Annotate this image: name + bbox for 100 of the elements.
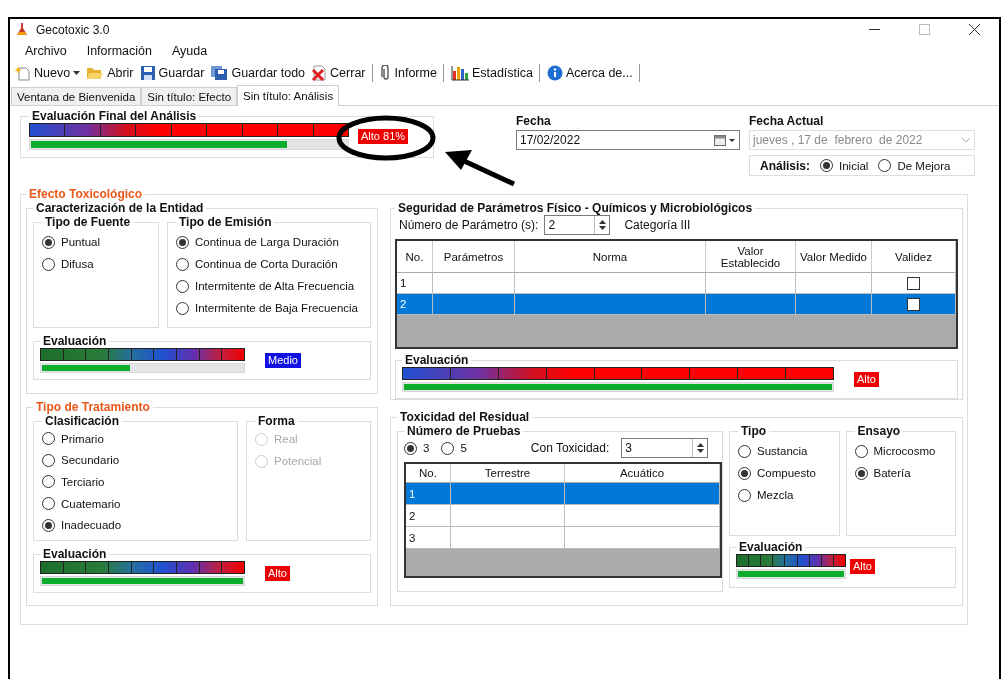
rating-badge: Alto	[854, 372, 879, 387]
table-cell[interactable]: 2	[406, 505, 451, 527]
table-cell[interactable]: 1	[406, 483, 451, 505]
column-header: Parámetros	[433, 241, 515, 273]
radio-label: Terciario	[61, 476, 105, 488]
column-header: Norma	[515, 241, 706, 273]
new-document-icon	[15, 65, 31, 81]
table-cell[interactable]	[796, 273, 872, 294]
table-cell[interactable]	[433, 294, 515, 315]
radio-icon[interactable]	[42, 257, 55, 271]
app-logo-icon	[16, 22, 28, 37]
radio-selected-icon[interactable]	[738, 466, 751, 480]
group-title: Clasificación	[44, 414, 121, 428]
radio-icon[interactable]	[42, 432, 55, 446]
radio-icon[interactable]	[42, 475, 55, 489]
radio-selected-icon[interactable]	[854, 466, 868, 480]
radio-icon[interactable]	[176, 279, 189, 293]
field-label: Fecha Actual	[749, 114, 825, 128]
radio-label: Continua de Larga Duración	[195, 236, 339, 248]
table-cell[interactable]: 1	[397, 273, 433, 294]
radio-label: Real	[274, 433, 298, 445]
toolbar-button[interactable]: Cerrar	[308, 64, 373, 82]
table-cell[interactable]	[706, 273, 796, 294]
chevron-down-icon	[961, 137, 971, 143]
table-cell[interactable]	[796, 294, 872, 315]
radio-icon[interactable]	[854, 444, 868, 458]
table-cell[interactable]	[565, 483, 720, 505]
group-title: Seguridad de Parámetros Físico - Químicos y Microbiológicos	[397, 201, 754, 215]
radio-icon[interactable]	[738, 444, 751, 458]
paperclip-icon	[379, 65, 392, 81]
radio-icon[interactable]	[738, 488, 751, 502]
radio-selected-icon[interactable]	[404, 441, 417, 455]
radio-label: Intermitente de Alta Frecuencia	[195, 280, 355, 292]
radio-label: Puntual	[61, 236, 100, 248]
group-title: Forma	[257, 414, 296, 428]
field-label: Fecha	[516, 114, 552, 128]
minimize-icon[interactable]	[868, 28, 880, 31]
radio-icon[interactable]	[176, 257, 189, 271]
radio-icon[interactable]	[441, 441, 455, 455]
toolbar-button[interactable]: Informe	[376, 64, 444, 82]
number-field[interactable]: 3	[621, 438, 709, 458]
column-header: No.	[397, 241, 433, 273]
radio-label: Compuesto	[757, 467, 816, 479]
table-cell[interactable]	[565, 505, 720, 527]
menu-item[interactable]: Archivo	[24, 44, 68, 58]
radio-icon[interactable]	[176, 301, 189, 315]
radio-label: Intermitente de Baja Frecuencia	[195, 302, 358, 314]
calendar-dropdown-icon	[714, 134, 736, 146]
toolbar-button[interactable]: Acerca de...	[544, 64, 640, 82]
radio-label: Primario	[61, 432, 104, 445]
radio-selected-icon[interactable]	[42, 518, 55, 532]
save-icon	[139, 65, 156, 81]
table-cell[interactable]	[451, 527, 565, 549]
tab[interactable]: Ventana de Bienvenida	[11, 87, 142, 105]
radio-icon[interactable]	[42, 453, 55, 467]
table-cell[interactable]	[451, 483, 565, 505]
number-field[interactable]: 2	[544, 215, 611, 235]
table-cell[interactable]: 3	[406, 527, 451, 549]
radio-label: Difusa	[61, 258, 94, 270]
toolbar-button[interactable]: Abrir	[83, 64, 137, 82]
tab[interactable]: Sin título: Análisis	[237, 85, 340, 106]
radio-icon[interactable]	[878, 159, 892, 172]
radio-label: 3	[423, 442, 430, 454]
toolbar-button[interactable]: Estadística	[447, 64, 541, 82]
group-title: Evaluación Final del Análisis	[31, 109, 198, 123]
radio-selected-icon[interactable]	[176, 235, 189, 249]
checkbox[interactable]	[907, 276, 920, 290]
group-title: Toxicidad del Residual	[399, 410, 531, 424]
radio-label: Inadecuado	[61, 519, 122, 532]
table-cell[interactable]	[706, 294, 796, 315]
field-label: Con Toxicidad:	[530, 441, 610, 455]
toolbar-button[interactable]: Guardar	[136, 64, 208, 82]
radio-label: Continua de Corta Duración	[195, 258, 338, 270]
tab[interactable]: Sin título: Efecto	[141, 87, 238, 105]
table-cell[interactable]: 2	[397, 294, 433, 315]
bar-chart-icon	[450, 65, 469, 81]
table-cell[interactable]	[565, 527, 720, 549]
radio-selected-icon[interactable]	[42, 235, 55, 249]
table-cell[interactable]	[515, 294, 706, 315]
menu-item[interactable]: Información	[85, 44, 153, 58]
toolbar-button[interactable]: Nuevo	[12, 64, 84, 82]
radio-label: Secundario	[61, 454, 120, 467]
group-title: Evaluación	[42, 547, 108, 561]
save-all-icon	[210, 65, 229, 81]
menu-item[interactable]: Ayuda	[171, 44, 209, 58]
table-cell[interactable]	[433, 273, 515, 294]
close-icon[interactable]	[968, 24, 980, 35]
rating-badge: Alto	[265, 566, 290, 581]
table-cell[interactable]	[451, 505, 565, 527]
table-cell[interactable]	[515, 273, 706, 294]
radio-icon[interactable]	[42, 497, 55, 511]
radio-selected-icon[interactable]	[820, 159, 833, 172]
radio-label: Inicial	[839, 159, 869, 172]
toolbar-button[interactable]: Guardar todo	[207, 64, 309, 82]
date-field[interactable]: 17/02/2022	[516, 130, 740, 150]
radio-label: Batería	[873, 467, 911, 479]
checkbox[interactable]	[907, 297, 920, 311]
group-title: Evaluación	[404, 353, 470, 367]
date-value: jueves , 17 de febrero de 2022	[753, 133, 923, 147]
number-value: 3	[625, 441, 632, 455]
